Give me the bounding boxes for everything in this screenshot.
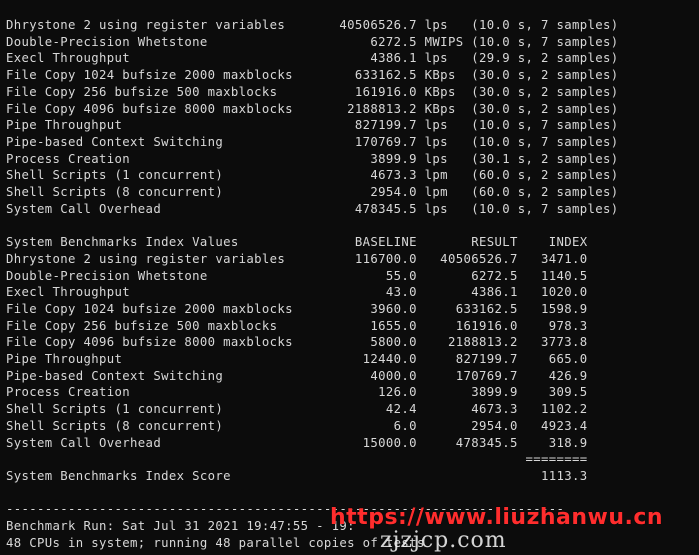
terminal-line: Shell Scripts (8 concurrent) 6.0 2954.0 … (6, 418, 588, 433)
terminal-line: Double-Precision Whetstone 55.0 6272.5 1… (6, 268, 588, 283)
terminal-line: Dhrystone 2 using register variables 116… (6, 251, 588, 266)
terminal-line: Execl Throughput 43.0 4386.1 1020.0 (6, 285, 588, 300)
terminal-line: Process Creation 126.0 3899.9 309.5 (6, 385, 588, 400)
terminal-line: ----------------------------------------… (6, 502, 565, 517)
terminal-line: System Benchmarks Index Values BASELINE … (6, 235, 588, 250)
terminal-line: 48 CPUs in system; running 48 parallel c… (6, 535, 425, 550)
terminal-line: Pipe-based Context Switching 170769.7 lp… (6, 134, 619, 149)
terminal-line: File Copy 4096 bufsize 8000 maxblocks 21… (6, 101, 619, 116)
terminal-line: File Copy 1024 bufsize 2000 maxblocks 39… (6, 301, 588, 316)
terminal-line: ======== (6, 452, 588, 467)
terminal-line: Double-Precision Whetstone 6272.5 MWIPS … (6, 34, 619, 49)
terminal-line: File Copy 256 bufsize 500 maxblocks 1655… (6, 318, 588, 333)
terminal-window[interactable]: Dhrystone 2 using register variables 405… (0, 0, 699, 555)
terminal-line: Shell Scripts (8 concurrent) 2954.0 lpm … (6, 185, 619, 199)
terminal-line: Execl Throughput 4386.1 lps (29.9 s, 2 s… (6, 51, 619, 66)
terminal-line: Benchmark Run: Sat Jul 31 2021 19:47:55 … (6, 519, 355, 533)
terminal-line: Dhrystone 2 using register variables 405… (6, 18, 619, 32)
terminal-line: Shell Scripts (1 concurrent) 42.4 4673.3… (6, 402, 588, 417)
terminal-line: File Copy 1024 bufsize 2000 maxblocks 63… (6, 68, 619, 83)
terminal-line: Pipe Throughput 12440.0 827199.7 665.0 (6, 352, 588, 366)
terminal-line: File Copy 4096 bufsize 8000 maxblocks 58… (6, 335, 588, 350)
terminal-line: System Call Overhead 478345.5 lps (10.0 … (6, 201, 619, 216)
terminal-line: Pipe Throughput 827199.7 lps (10.0 s, 7 … (6, 118, 619, 133)
terminal-line: Shell Scripts (1 concurrent) 4673.3 lpm … (6, 168, 619, 183)
terminal-line: Pipe-based Context Switching 4000.0 1707… (6, 368, 588, 383)
terminal-line: System Call Overhead 15000.0 478345.5 31… (6, 435, 588, 450)
terminal-line: System Benchmarks Index Score 1113.3 (6, 468, 588, 483)
terminal-line: File Copy 256 bufsize 500 maxblocks 1619… (6, 84, 619, 99)
terminal-line: Process Creation 3899.9 lps (30.1 s, 2 s… (6, 151, 619, 166)
